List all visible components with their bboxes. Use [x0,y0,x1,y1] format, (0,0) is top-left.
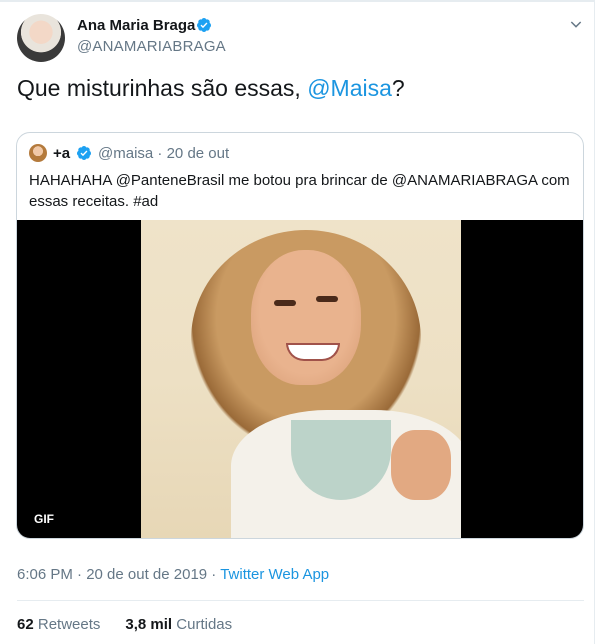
time-date: 6:06 PM · 20 de out de 2019 · [17,566,221,583]
gif-eye-left [274,300,296,306]
quoted-handle: @maisa [98,145,154,162]
gif-badge: GIF [28,510,60,528]
divider [17,600,584,601]
verified-badge-icon [196,18,211,32]
top-border [0,0,595,2]
gif-media[interactable]: GIF [17,220,583,538]
verified-badge-icon [76,146,91,160]
retweets-count: 62 [17,616,34,633]
likes-label: Curtidas [176,616,233,633]
gif-hand-shape [391,430,451,500]
quoted-text: HAHAHAHA @PanteneBrasil me botou pra bri… [29,172,570,210]
author-avatar[interactable] [17,14,65,62]
meta-separator: · [157,145,163,162]
author-name[interactable]: Ana Maria Braga [77,17,195,34]
tweet-timestamp: 6:06 PM · 20 de out de 2019 · Twitter We… [17,566,329,583]
author-handle[interactable]: @ANAMARIABRAGA [77,38,226,55]
mention-link[interactable]: @Maisa [307,75,392,101]
tweet-text-end: ? [391,75,405,101]
gif-eye-right [316,296,338,302]
quoted-date: 20 de out [166,145,230,162]
likes-stat[interactable]: 3,8 mil Curtidas [125,616,232,633]
quoted-tweet-card[interactable]: +a @maisa · 20 de out HAHAHAHA @PanteneB… [16,132,584,539]
quoted-meta: @maisa · 20 de out [98,145,229,162]
tweet-text-start: Que misturinhas são essas, [17,75,308,101]
retweets-stat[interactable]: 62 Retweets [17,616,100,633]
gif-frame [141,220,461,538]
gif-face-shape [251,250,361,385]
likes-count: 3,8 mil [125,616,173,633]
tweet-stats: 62 Retweets 3,8 mil Curtidas [17,616,232,633]
chevron-down-icon[interactable] [568,16,584,32]
quoted-avatar [29,144,47,162]
retweets-label: Retweets [37,616,101,633]
source-link[interactable]: Twitter Web App [220,566,329,583]
quoted-author-name: +a [53,145,71,162]
tweet-text: Que misturinhas são essas, @Maisa? [17,75,405,102]
